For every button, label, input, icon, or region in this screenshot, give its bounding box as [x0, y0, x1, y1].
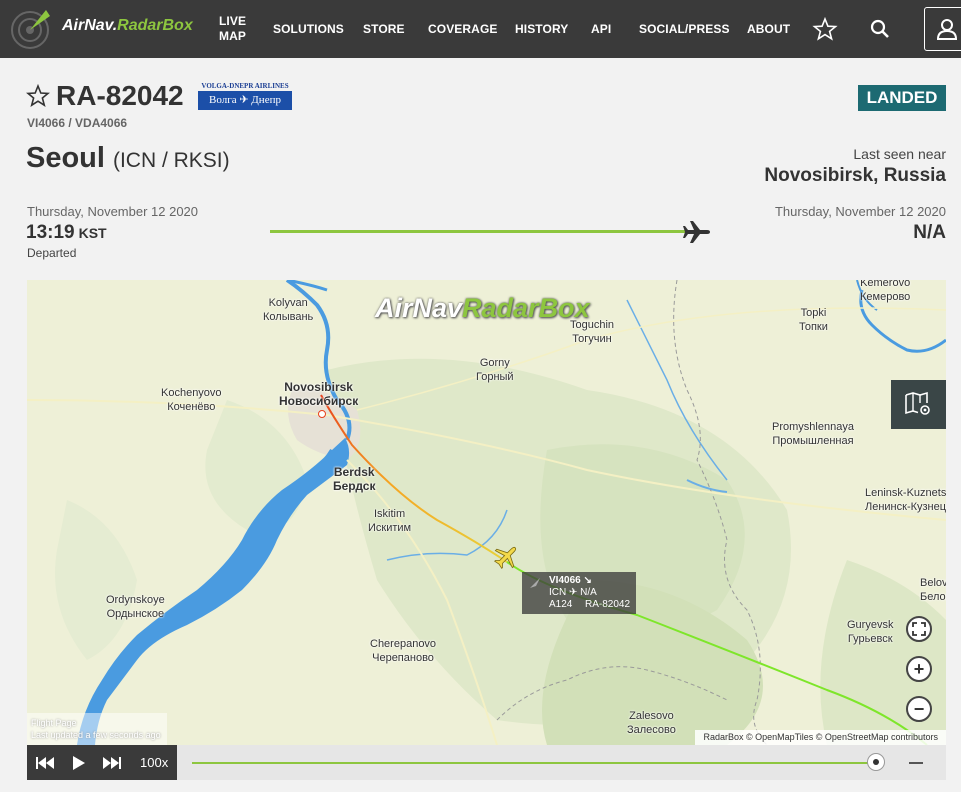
departure-time-value: 13:19	[26, 222, 75, 243]
flight-page-overlay[interactable]: Flight Page Last updated a few seconds a…	[27, 713, 167, 745]
city-label: Zalesovo Залесово	[627, 710, 676, 736]
playback-controls: 100x	[27, 745, 177, 780]
city-label: Ordynskoye Ордынское	[106, 594, 165, 620]
departure-time: 13:19 KST	[26, 222, 107, 244]
brand-name-part2: RadarBox	[117, 17, 193, 34]
city-label: Leninsk-KuznetskyЛенинск-Кузнецкий	[865, 487, 946, 513]
origin-codes: (ICN / RKSI)	[112, 149, 230, 172]
airplane-icon	[683, 221, 710, 243]
origin-city: Seoul	[26, 142, 105, 174]
map-watermark: AirNavRadarBox	[375, 293, 590, 323]
fast-forward-icon[interactable]	[101, 754, 123, 772]
city-label: Gorny Горный	[476, 357, 514, 383]
departure-date: Thursday, November 12 2020	[27, 204, 199, 219]
brand-logo-text[interactable]: AirNav.RadarBox	[62, 17, 193, 35]
playback-speed[interactable]: 100x	[140, 745, 168, 780]
top-nav: AirNav.RadarBox LIVE MAP SOLUTIONS STORE…	[0, 0, 961, 58]
label-route: ICN ✈ N/A	[549, 587, 597, 598]
label-aircraft-type: A124	[549, 599, 573, 610]
nav-solutions[interactable]: SOLUTIONS	[273, 0, 344, 58]
airplane-small-icon	[530, 578, 540, 588]
city-label: Novosibirsk Новосибирск	[279, 380, 359, 408]
city-label: Kolyvan Колывань	[263, 297, 314, 323]
city-label: Cherepanovo Черепаново	[370, 638, 437, 664]
playback-track[interactable]	[192, 762, 876, 764]
nav-api[interactable]: API	[591, 0, 611, 58]
radar-logo-icon[interactable]	[10, 6, 54, 52]
city-label: Kochenyovo Коченёво	[161, 387, 222, 413]
playback-bar: 100x	[27, 745, 946, 780]
aircraft-label[interactable]: VI4066 ↘ ICN ✈ N/A A124 RA-82042	[522, 572, 636, 614]
user-icon	[936, 19, 958, 40]
city-label: Guryevsk Гурьевск	[847, 619, 894, 645]
city-label: Topki Топки	[799, 307, 828, 333]
rewind-icon[interactable]	[34, 754, 56, 772]
airline-logo-caption: VOLGA-DNEPR AIRLINES	[201, 82, 289, 90]
label-registration: RA-82042	[585, 599, 631, 610]
playback-track-remaining[interactable]	[909, 762, 923, 764]
aircraft-registration: RA-82042	[56, 80, 184, 111]
playback-scrubber-handle[interactable]	[867, 753, 885, 771]
origin-airport: Seoul (ICN / RKSI)	[26, 142, 230, 175]
departure-status-label: Departed	[27, 246, 77, 260]
arrival-time: N/A	[913, 222, 946, 243]
last-seen-location: Novosibirsk, Russia	[764, 165, 946, 186]
fullscreen-icon	[912, 622, 926, 636]
last-updated-text: Last updated a few seconds ago	[31, 730, 161, 740]
flight-progress-bar	[270, 230, 685, 233]
airline-logo: VOLGA-DNEPR AIRLINES Волга ✈ Днепр	[198, 82, 292, 110]
flight-map[interactable]: VI4066 ↘ ICN ✈ N/A A124 RA-82042 Kemerov…	[27, 280, 946, 745]
nav-history[interactable]: HISTORY	[515, 0, 568, 58]
brand-name-part1: AirNav.	[62, 17, 118, 34]
search-icon[interactable]	[867, 16, 893, 42]
nav-about[interactable]: ABOUT	[747, 0, 790, 58]
map-layers-icon	[905, 391, 930, 415]
city-label: Kemerovo Кемерово	[860, 280, 911, 303]
star-icon[interactable]	[812, 16, 838, 42]
user-account-button[interactable]	[924, 7, 961, 51]
aircraft-map-icon[interactable]	[491, 542, 521, 572]
zoom-in-button[interactable]: +	[906, 656, 932, 682]
city-label: Iskitim Искитим	[368, 508, 412, 534]
departure-timezone: KST	[78, 225, 107, 241]
city-label: Berdsk Бердск	[333, 465, 376, 493]
city-label: Promyshlennaya Промышленная	[772, 421, 854, 447]
nav-coverage[interactable]: COVERAGE	[428, 0, 497, 58]
flight-track	[320, 394, 928, 745]
zoom-out-button[interactable]: −	[906, 696, 932, 722]
city-label: BelovoБелово	[920, 577, 946, 603]
arrival-date: Thursday, November 12 2020	[774, 204, 946, 219]
favorite-star-icon[interactable]	[26, 84, 50, 108]
flight-identifiers: VI4066 / VDA4066	[27, 116, 128, 130]
nav-social-press[interactable]: SOCIAL/PRESS	[639, 0, 730, 58]
status-badge: LANDED	[858, 85, 946, 111]
play-icon[interactable]	[67, 754, 89, 772]
track-start-marker	[318, 410, 326, 418]
fullscreen-button[interactable]	[906, 616, 932, 642]
airline-logo-badge: Волга ✈ Днепр	[198, 91, 292, 110]
map-attribution[interactable]: RadarBox © OpenMapTiles © OpenStreetMap …	[695, 730, 946, 745]
flight-page-link[interactable]: Flight Page	[31, 717, 77, 729]
label-flight-number: VI4066 ↘	[549, 575, 592, 586]
nav-live-map[interactable]: LIVE MAP	[219, 0, 246, 58]
map-layers-button[interactable]	[891, 380, 946, 429]
nav-store[interactable]: STORE	[363, 0, 405, 58]
last-seen-label: Last seen near	[853, 146, 946, 162]
